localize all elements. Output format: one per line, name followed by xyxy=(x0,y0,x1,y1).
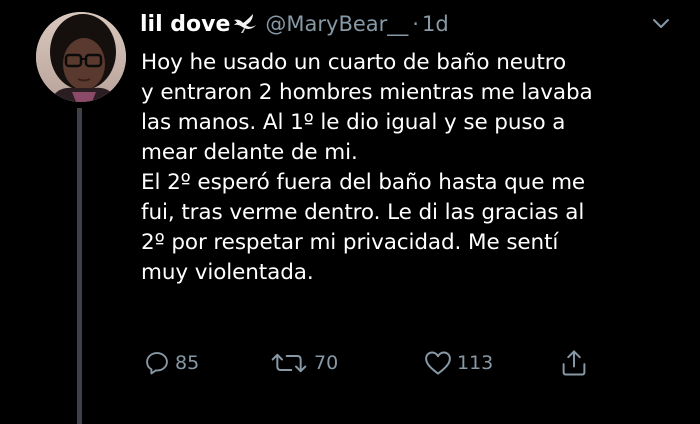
chevron-down-icon[interactable] xyxy=(652,18,670,30)
separator-dot: · xyxy=(412,12,419,36)
tweet-actions: 85 70 113 xyxy=(0,346,700,380)
reply-count: 85 xyxy=(175,352,200,374)
share-icon xyxy=(562,350,586,376)
retweet-count: 70 xyxy=(314,352,339,374)
avatar-image xyxy=(36,12,126,102)
share-button[interactable] xyxy=(560,346,588,380)
retweet-button[interactable]: 70 xyxy=(268,346,338,380)
timestamp[interactable]: 1d xyxy=(422,12,449,36)
display-name[interactable]: lil dove xyxy=(140,12,230,37)
tweet-text: Hoy he usado un cuarto de baño neutro y … xyxy=(141,50,593,285)
like-count: 113 xyxy=(457,352,494,374)
tweet-header: lil dove @MaryBear__ · 1d xyxy=(140,8,449,40)
like-button[interactable]: 113 xyxy=(423,346,493,380)
dove-emoji-icon xyxy=(231,12,257,36)
reply-button[interactable]: 85 xyxy=(143,346,199,380)
reply-icon xyxy=(146,352,168,375)
retweet-icon xyxy=(271,353,307,373)
avatar[interactable] xyxy=(36,12,126,102)
user-handle[interactable]: @MaryBear__ xyxy=(265,12,408,36)
tweet[interactable]: lil dove @MaryBear__ · 1d Hoy he usado u… xyxy=(0,0,700,424)
heart-icon xyxy=(425,351,451,375)
